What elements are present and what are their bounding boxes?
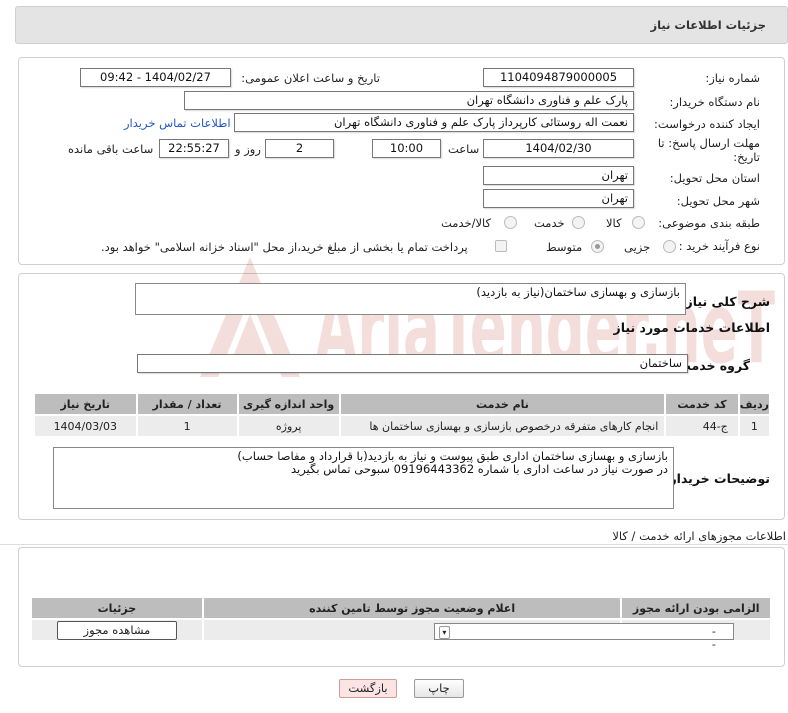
- col-permit-required: الزامی بودن ارائه مجوز: [620, 596, 772, 620]
- cell-service-name: انجام کارهای متفرقه درخصوص بازسازی و بهس…: [338, 414, 667, 438]
- col-service-name: نام خدمت: [338, 392, 667, 416]
- deadline-time-field[interactable]: 10:00: [372, 139, 441, 158]
- permit-status-value: --: [711, 625, 716, 651]
- need-number-field[interactable]: 1104094879000005: [483, 68, 634, 87]
- need-number-label: شماره نیاز:: [705, 71, 760, 85]
- deadline-date-field[interactable]: 1404/02/30: [483, 139, 634, 158]
- col-row: ردیف: [737, 392, 772, 416]
- view-permit-button[interactable]: مشاهده مجوز: [56, 620, 177, 640]
- category-radio-goods[interactable]: [632, 216, 645, 229]
- cell-need-date: 1404/03/03: [33, 414, 138, 438]
- col-permit-details: جزئیات: [30, 596, 204, 620]
- table-row: 1 ج-44 انجام کارهای متفرقه درخصوص بازساز…: [33, 414, 772, 438]
- remaining-label: ساعت باقی مانده: [68, 142, 154, 156]
- process-option-medium: متوسط: [546, 240, 583, 254]
- category-option-goods-service: کالا/خدمت: [441, 216, 492, 230]
- summary-textarea[interactable]: بازسازی و بهسازی ساختمان(نیاز به بازدید): [135, 283, 686, 315]
- province-label: استان محل تحویل:: [669, 171, 760, 185]
- services-heading: اطلاعات خدمات مورد نیاز: [613, 320, 771, 335]
- process-label: نوع فرآیند خرید :: [678, 239, 760, 253]
- category-label: طبقه بندی موضوعی:: [658, 216, 760, 230]
- buyer-notes-line-2: در صورت نیاز در ساعت اداری با شماره 0919…: [290, 462, 668, 476]
- back-button[interactable]: بازگشت: [339, 679, 397, 698]
- buyer-notes-label: توضیحات خریدار:: [664, 471, 770, 486]
- page-title: جزئیات اطلاعات نیاز: [650, 18, 766, 32]
- buyer-contact-link[interactable]: اطلاعات تماس خریدار: [124, 116, 231, 130]
- permits-divider: [0, 544, 788, 545]
- col-permit-status: اعلام وضعیت مجوز توسط تامین کننده: [201, 596, 623, 620]
- days-field[interactable]: 2: [265, 139, 334, 158]
- col-unit: واحد اندازه گیری: [236, 392, 341, 416]
- chevron-down-icon: ▾: [438, 626, 450, 639]
- cell-unit: پروژه: [236, 414, 341, 438]
- buyer-org-label: نام دستگاه خریدار:: [669, 95, 760, 109]
- process-radio-medium[interactable]: [591, 240, 604, 253]
- services-table-header: ردیف کد خدمت نام خدمت واحد اندازه گیری ت…: [33, 392, 772, 416]
- city-label: شهر محل تحویل:: [676, 194, 760, 208]
- permits-table: الزامی بودن ارائه مجوز اعلام وضعیت مجوز …: [30, 596, 772, 651]
- buyer-notes-textarea[interactable]: بازسازی و بهسازی ساختمان اداری طبق پیوست…: [53, 447, 674, 509]
- deadline-date-label: تاریخ:: [733, 150, 760, 164]
- cell-permit-details: مشاهده مجوز: [30, 618, 204, 642]
- service-group-field[interactable]: ساختمان: [137, 354, 688, 373]
- cell-permit-status: ▾ --: [201, 618, 734, 651]
- permits-section-title: اطلاعات مجوزهای ارائه خدمت / کالا: [612, 529, 786, 543]
- permits-table-header: الزامی بودن ارائه مجوز اعلام وضعیت مجوز …: [30, 596, 772, 620]
- process-radio-minor[interactable]: [663, 240, 676, 253]
- category-option-goods: کالا: [606, 216, 622, 230]
- days-label: روز و: [235, 142, 261, 156]
- announce-label: تاریخ و ساعت اعلان عمومی:: [241, 71, 380, 85]
- category-option-service: خدمت: [534, 216, 565, 230]
- col-service-code: کد خدمت: [664, 392, 740, 416]
- permit-status-select[interactable]: ▾: [433, 623, 734, 640]
- process-option-minor: جزیی: [624, 240, 651, 254]
- remaining-time-field[interactable]: 22:55:27: [159, 139, 229, 158]
- payment-note: پرداخت تمام یا بخشی از مبلغ خرید،از محل …: [101, 240, 468, 254]
- creator-field[interactable]: نعمت اله روستائی کارپرداز پارک علم و فنا…: [234, 113, 634, 132]
- cell-row: 1: [737, 414, 772, 438]
- category-radio-goods-service[interactable]: [504, 216, 517, 229]
- province-field[interactable]: تهران: [483, 166, 634, 185]
- treasury-checkbox[interactable]: [495, 240, 507, 252]
- creator-label: ایجاد کننده درخواست:: [654, 117, 760, 131]
- print-button[interactable]: چاپ: [414, 679, 464, 698]
- permit-row: ▾ -- مشاهده مجوز: [30, 618, 772, 651]
- announce-field[interactable]: 1404/02/27 - 09:42: [80, 68, 231, 87]
- city-field[interactable]: تهران: [483, 189, 634, 208]
- col-quantity: تعداد / مقدار: [135, 392, 239, 416]
- col-need-date: تاریخ نیاز: [33, 392, 138, 416]
- cell-quantity: 1: [135, 414, 239, 438]
- need-info-panel: [18, 57, 785, 265]
- deadline-label: مهلت ارسال پاسخ: تا: [657, 136, 760, 150]
- category-radio-service[interactable]: [572, 216, 585, 229]
- cell-service-code: ج-44: [664, 414, 740, 438]
- summary-label: شرح کلی نیاز:: [680, 294, 770, 309]
- buyer-org-field[interactable]: پارک علم و فناوری دانشگاه تهران: [184, 91, 634, 110]
- services-table: ردیف کد خدمت نام خدمت واحد اندازه گیری ت…: [33, 392, 772, 438]
- time-label: ساعت: [448, 142, 480, 156]
